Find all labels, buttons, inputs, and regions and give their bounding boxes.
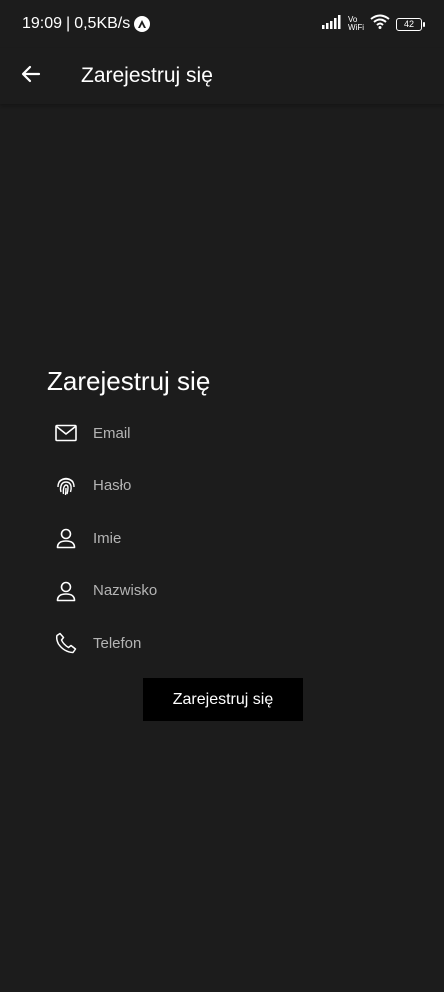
person-icon: [55, 527, 77, 549]
app-bar: Zarejestruj się: [0, 48, 444, 104]
last-name-field[interactable]: Nazwisko: [47, 565, 397, 618]
signal-icon: [322, 14, 342, 34]
first-name-field-placeholder: Imie: [93, 529, 122, 547]
phone-field[interactable]: Telefon: [47, 617, 397, 670]
registration-form: Zarejestruj się Email Hasło Imie Nazwisk…: [47, 366, 397, 670]
network-speed: 0,5KB/s: [74, 15, 131, 32]
email-field-placeholder: Email: [93, 424, 131, 442]
wifi-icon: [370, 14, 390, 34]
first-name-field[interactable]: Imie: [47, 512, 397, 565]
arrow-left-icon: [21, 64, 41, 89]
app-notification-icon: [134, 16, 151, 32]
status-bar: 19:09 | 0,5KB/s Vo WiFi 42: [0, 0, 444, 48]
form-title: Zarejestruj się: [47, 366, 211, 396]
vowifi-bottom: WiFi: [348, 23, 364, 32]
status-left: 19:09 | 0,5KB/s: [22, 15, 151, 33]
back-button[interactable]: [0, 48, 62, 104]
fingerprint-icon: [55, 475, 77, 497]
phone-icon: [55, 632, 77, 654]
register-button[interactable]: Zarejestruj się: [143, 678, 303, 721]
mail-icon: [55, 422, 77, 444]
status-time: 19:09: [22, 15, 63, 32]
battery-icon: 42: [396, 17, 425, 31]
vowifi-icon: Vo WiFi: [348, 16, 364, 32]
password-field-placeholder: Hasło: [93, 477, 132, 495]
person-icon: [55, 580, 77, 602]
app-bar-title: Zarejestruj się: [81, 64, 213, 87]
password-field[interactable]: Hasło: [47, 460, 397, 513]
email-field[interactable]: Email: [47, 407, 397, 460]
last-name-field-placeholder: Nazwisko: [93, 582, 158, 600]
status-separator: |: [66, 15, 71, 32]
phone-field-placeholder: Telefon: [93, 634, 142, 652]
battery-level: 42: [403, 19, 414, 29]
status-right: Vo WiFi 42: [322, 14, 425, 34]
screen: 19:09 | 0,5KB/s Vo WiFi 42 Zarejestruj s…: [0, 0, 444, 992]
